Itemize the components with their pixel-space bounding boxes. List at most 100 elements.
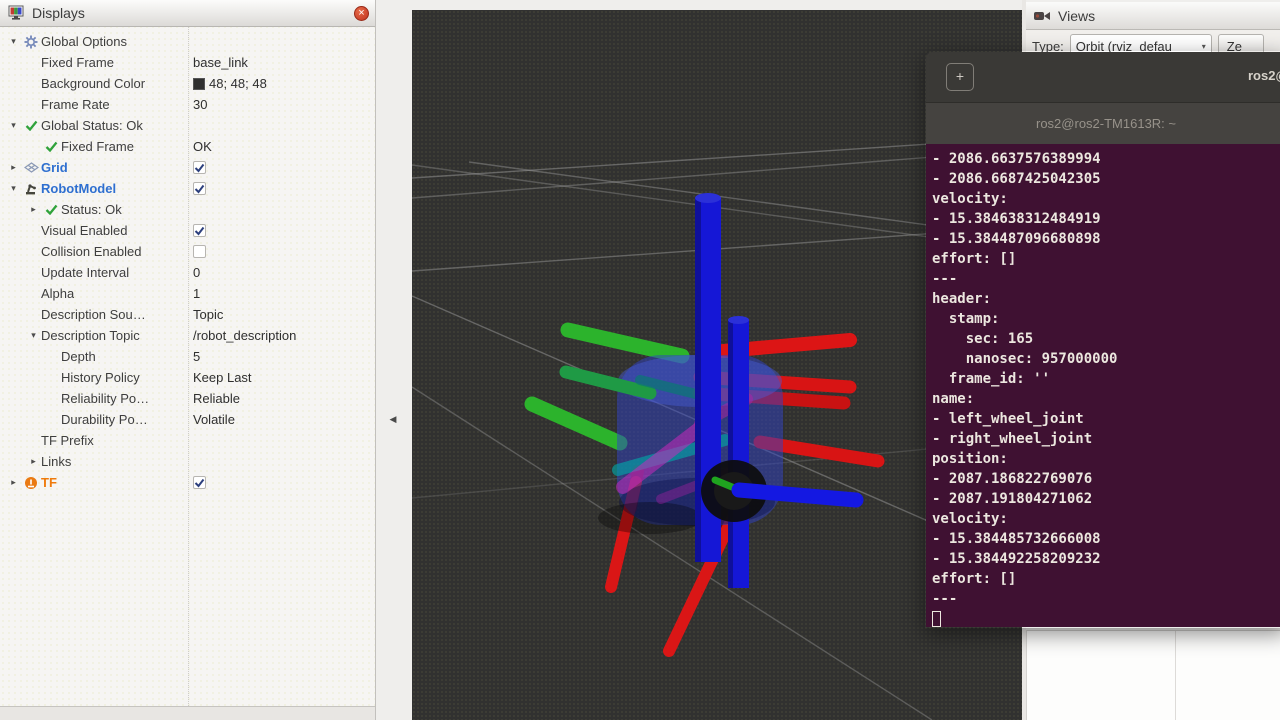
displays-property-tree: ▾ Global Options Fixed Framebase_linkBackg… xyxy=(0,27,375,706)
checkbox-checked[interactable] xyxy=(193,182,206,195)
property-row-visual-enabled[interactable]: Visual Enabled xyxy=(0,220,375,241)
terminal-line: - 2087.186822769076 xyxy=(932,469,1280,489)
terminal-titlebar[interactable]: + ros2@ros2-TM1613R: ~ xyxy=(926,52,1280,102)
checkbox-checked[interactable] xyxy=(193,476,206,489)
property-row-history-policy[interactable]: History PolicyKeep Last xyxy=(0,367,375,388)
expander-open-icon[interactable]: ▾ xyxy=(26,330,41,341)
terminal-line: header: xyxy=(932,289,1280,309)
terminal-tab-bar[interactable]: ros2@ros2-TM1613R: ~ xyxy=(926,102,1280,144)
property-row-description-topic[interactable]: ▾Description Topic/robot_description xyxy=(0,325,375,346)
displays-panel: Displays × ▾ Global Options Fixed Framebas… xyxy=(0,0,376,720)
displays-monitor-icon xyxy=(8,5,25,21)
property-value[interactable]: base_link xyxy=(193,52,248,73)
property-value[interactable]: Keep Last xyxy=(193,367,252,388)
terminal-line: velocity: xyxy=(932,509,1280,529)
terminal-line: - right_wheel_joint xyxy=(932,429,1280,449)
terminal-line: - 15.384485732666008 xyxy=(932,529,1280,549)
terminal-line: - 15.384487096680898 xyxy=(932,229,1280,249)
views-list-area[interactable] xyxy=(1026,630,1280,720)
views-panel-title: Views xyxy=(1058,8,1095,24)
property-value-text: Keep Last xyxy=(193,370,252,385)
robot-model xyxy=(532,193,878,651)
property-row-description-sou[interactable]: Description Sou… Topic xyxy=(0,304,375,325)
property-row-global-options[interactable]: ▾ Global Options xyxy=(0,31,375,52)
property-row-fixed-frame[interactable]: Fixed FrameOK xyxy=(0,136,375,157)
views-panel-header: Views xyxy=(1026,2,1280,30)
camera-icon xyxy=(1034,10,1051,22)
terminal-line: stamp: xyxy=(932,309,1280,329)
color-swatch xyxy=(193,78,205,90)
property-value[interactable] xyxy=(193,472,206,493)
terminal-line: velocity: xyxy=(932,189,1280,209)
property-row-reliability-po[interactable]: Reliability Po…Reliable xyxy=(0,388,375,409)
property-row-grid[interactable]: ▸Grid xyxy=(0,157,375,178)
property-label: TF Prefix xyxy=(41,433,94,448)
property-value[interactable]: 48; 48; 48 xyxy=(193,73,267,94)
terminal-line: - 15.384638312484919 xyxy=(932,209,1280,229)
property-row-background-color[interactable]: Background Color48; 48; 48 xyxy=(0,73,375,94)
property-label: TF xyxy=(41,475,57,490)
expander-closed-icon[interactable]: ▸ xyxy=(6,477,21,488)
property-value-text: /robot_description xyxy=(193,328,296,343)
property-label: Global Options xyxy=(41,34,127,49)
property-value: OK xyxy=(193,136,212,157)
checkbox-checked[interactable] xyxy=(193,161,206,174)
property-label: Depth xyxy=(61,349,96,364)
property-value[interactable]: Topic xyxy=(193,304,223,325)
terminal-line: sec: 165 xyxy=(932,329,1280,349)
property-value-text: 48; 48; 48 xyxy=(209,76,267,91)
new-tab-icon[interactable]: + xyxy=(946,63,974,91)
expander-open-icon[interactable]: ▾ xyxy=(6,120,21,131)
property-value[interactable]: /robot_description xyxy=(193,325,296,346)
terminal-line: position: xyxy=(932,449,1280,469)
property-row-status-ok[interactable]: ▸Status: Ok xyxy=(0,199,375,220)
property-row-depth[interactable]: Depth 5 xyxy=(0,346,375,367)
property-row-collision-enabled[interactable]: Collision Enabled xyxy=(0,241,375,262)
terminal-line: - 15.384492258209232 xyxy=(932,549,1280,569)
checkbox-checked[interactable] xyxy=(193,224,206,237)
property-value[interactable]: Reliable xyxy=(193,388,240,409)
expander-closed-icon[interactable]: ▸ xyxy=(6,162,21,173)
property-value[interactable]: 0 xyxy=(193,262,200,283)
displays-panel-header: Displays × xyxy=(0,0,375,27)
property-row-tf[interactable]: ▸ TF xyxy=(0,472,375,493)
property-value[interactable]: 5 xyxy=(193,346,200,367)
property-row-update-interval[interactable]: Update Interval0 xyxy=(0,262,375,283)
terminal-line: frame_id: '' xyxy=(932,369,1280,389)
chevron-down-icon: ▾ xyxy=(1202,42,1206,51)
property-value[interactable]: 1 xyxy=(193,283,200,304)
terminal-output[interactable]: - 2086.6637576389994- 2086.6687425042305… xyxy=(926,144,1280,628)
property-value[interactable] xyxy=(193,178,206,199)
property-value[interactable] xyxy=(193,241,206,262)
property-value-text: Reliable xyxy=(193,391,240,406)
property-label: RobotModel xyxy=(41,181,116,196)
property-row-fixed-frame[interactable]: Fixed Framebase_link xyxy=(0,52,375,73)
panel-collapse-icon[interactable]: ◀ xyxy=(386,411,400,427)
expander-open-icon[interactable]: ▾ xyxy=(6,36,21,47)
terminal-window-title: ros2@ros2-TM1613R: ~ xyxy=(1248,68,1280,83)
property-row-global-status-ok[interactable]: ▾Global Status: Ok xyxy=(0,115,375,136)
status-ok-check-icon xyxy=(41,141,61,152)
property-value[interactable]: Volatile xyxy=(193,409,235,430)
property-value[interactable] xyxy=(193,157,206,178)
property-value[interactable]: 30 xyxy=(193,94,207,115)
property-row-durability-po[interactable]: Durability Po… Volatile xyxy=(0,409,375,430)
grid-icon xyxy=(21,162,41,173)
property-row-alpha[interactable]: Alpha 1 xyxy=(0,283,375,304)
expander-closed-icon[interactable]: ▸ xyxy=(26,204,41,215)
checkbox-unchecked[interactable] xyxy=(193,245,206,258)
gear-icon xyxy=(21,35,41,49)
terminal-line: nanosec: 957000000 xyxy=(932,349,1280,369)
property-label: Alpha xyxy=(41,286,74,301)
property-row-tf-prefix[interactable]: TF Prefix xyxy=(0,430,375,451)
property-value[interactable] xyxy=(193,220,206,241)
property-row-frame-rate[interactable]: Frame Rate30 xyxy=(0,94,375,115)
property-value-text: Topic xyxy=(193,307,223,322)
expander-open-icon[interactable]: ▾ xyxy=(6,183,21,194)
property-row-robotmodel[interactable]: ▾ RobotModel xyxy=(0,178,375,199)
property-label: Durability Po… xyxy=(61,412,148,427)
expander-closed-icon[interactable]: ▸ xyxy=(26,456,41,467)
property-row-links[interactable]: ▸Links xyxy=(0,451,375,472)
property-label: Description Sou… xyxy=(41,307,146,322)
close-icon[interactable]: × xyxy=(354,6,369,21)
